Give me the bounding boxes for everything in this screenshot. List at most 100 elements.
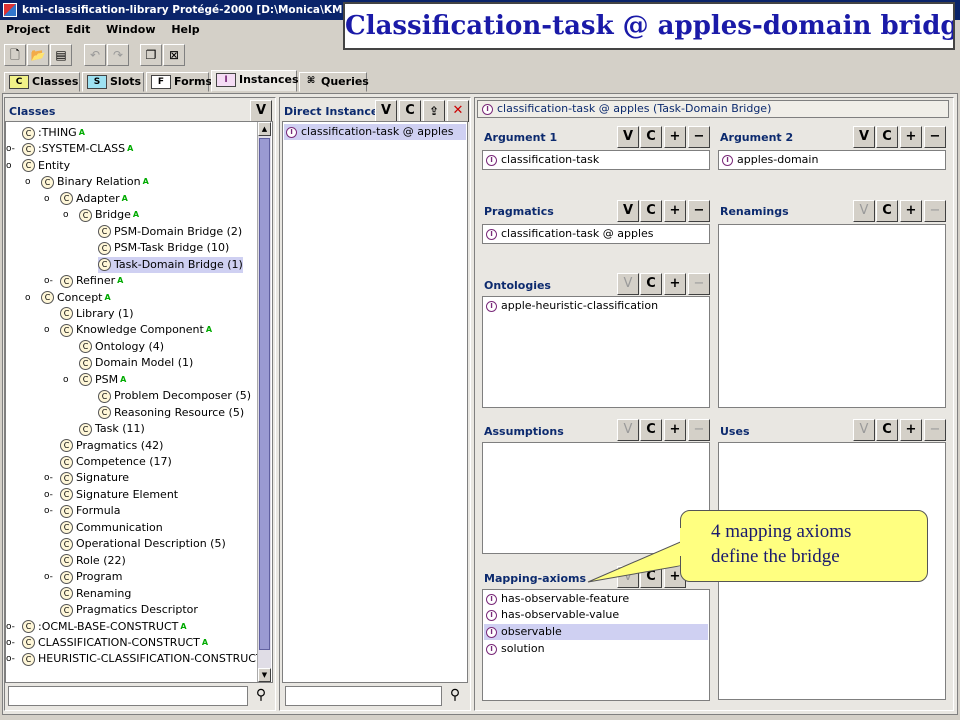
tree-node[interactable]: C Bridge A <box>79 207 139 223</box>
create-instance-button[interactable]: C <box>399 100 421 122</box>
argument2-remove-button[interactable]: − <box>924 126 946 148</box>
argument1-view-button[interactable]: V <box>617 126 639 148</box>
tree-node[interactable]: C Pragmatics (42) <box>60 438 163 454</box>
tab-classes[interactable]: C Classes <box>4 72 80 92</box>
tree-node[interactable]: C Adapter A <box>60 191 128 207</box>
copy-instance-icon[interactable]: ⇪ <box>423 100 445 122</box>
tree-node[interactable]: C Formula <box>60 503 120 519</box>
renamings-list[interactable] <box>718 224 946 408</box>
assumptions-add-button[interactable]: + <box>664 419 686 441</box>
class-tree-scrollbar[interactable]: ▲ ▼ <box>257 122 271 682</box>
undo-icon[interactable]: ↶ <box>84 44 106 66</box>
tree-node[interactable]: C CLASSIFICATION-CONSTRUCT A <box>22 635 208 651</box>
tab-forms[interactable]: F Forms <box>146 72 212 92</box>
renamings-create-button[interactable]: C <box>876 200 898 222</box>
delete-instance-icon[interactable]: ✕ <box>447 100 469 122</box>
tree-node[interactable]: C HEURISTIC-CLASSIFICATION-CONSTRUCT <box>22 651 261 667</box>
class-search-input[interactable] <box>8 686 248 706</box>
redo-icon[interactable]: ↷ <box>107 44 129 66</box>
collapse-handle-icon[interactable]: o <box>44 191 50 207</box>
tree-node[interactable]: C Domain Model (1) <box>79 355 193 371</box>
expand-handle-icon[interactable]: o- <box>44 273 53 289</box>
tree-node[interactable]: C Ontology (4) <box>79 339 164 355</box>
assumptions-view-button[interactable]: V <box>617 419 639 441</box>
collapse-handle-icon[interactable]: o <box>25 290 31 306</box>
tree-node[interactable]: C PSM A <box>79 372 126 388</box>
tree-node[interactable]: C Renaming <box>60 586 131 602</box>
tree-node[interactable]: C Task (11) <box>79 421 145 437</box>
uses-create-button[interactable]: C <box>876 419 898 441</box>
argument1-remove-button[interactable]: − <box>688 126 710 148</box>
tree-node[interactable]: C Problem Decomposer (5) <box>98 388 251 404</box>
scroll-down-icon[interactable]: ▼ <box>258 668 271 682</box>
tree-node[interactable]: C Competence (17) <box>60 454 172 470</box>
ontologies-add-button[interactable]: + <box>664 273 686 295</box>
argument2-view-button[interactable]: V <box>853 126 875 148</box>
collapse-handle-icon[interactable]: o <box>6 158 12 174</box>
argument2-add-button[interactable]: + <box>900 126 922 148</box>
tree-node[interactable]: C Refiner A <box>60 273 123 289</box>
collapse-handle-icon[interactable]: o <box>63 207 69 223</box>
tree-node[interactable]: C Role (22) <box>60 553 126 569</box>
tree-node[interactable]: C Signature Element <box>60 487 178 503</box>
instance-search-input[interactable] <box>285 686 442 706</box>
list-item[interactable]: Ihas-observable-feature <box>484 591 708 607</box>
tab-instances[interactable]: I Instances <box>211 70 299 92</box>
list-item[interactable]: Ihas-observable-value <box>484 607 708 623</box>
collapse-handle-icon[interactable]: o <box>63 372 69 388</box>
tree-node[interactable]: C Entity <box>22 158 70 174</box>
uses-view-button[interactable]: V <box>853 419 875 441</box>
argument1-create-button[interactable]: C <box>640 126 662 148</box>
assumptions-remove-button[interactable]: − <box>688 419 710 441</box>
argument2-create-button[interactable]: C <box>876 126 898 148</box>
scroll-up-icon[interactable]: ▲ <box>258 122 271 136</box>
expand-handle-icon[interactable]: o- <box>6 635 15 651</box>
tree-node[interactable]: C:OCML-BASE-CONSTRUCT A <box>22 619 187 635</box>
menu-edit[interactable]: Edit <box>66 23 90 36</box>
menu-window[interactable]: Window <box>106 23 155 36</box>
collapse-handle-icon[interactable]: o <box>44 322 50 338</box>
tab-slots[interactable]: S Slots <box>82 72 144 92</box>
ontologies-list[interactable]: Iapple-heuristic-classification <box>482 296 710 408</box>
tree-node[interactable]: C PSM-Domain Bridge (2) <box>98 224 242 240</box>
menu-project[interactable]: Project <box>6 23 50 36</box>
menu-help[interactable]: Help <box>171 23 199 36</box>
argument1-field[interactable]: Iclassification-task <box>482 150 710 170</box>
ontologies-remove-button[interactable]: − <box>688 273 710 295</box>
list-item[interactable]: Isolution <box>484 641 708 657</box>
tree-node[interactable]: C Signature <box>60 470 129 486</box>
new-project-icon[interactable]: 🗋 <box>4 44 26 66</box>
expand-handle-icon[interactable]: o- <box>6 619 15 635</box>
list-item[interactable]: Iobservable <box>484 624 708 640</box>
tree-node[interactable]: C Operational Description (5) <box>60 536 226 552</box>
expand-handle-icon[interactable]: o- <box>6 141 15 157</box>
expand-handle-icon[interactable]: o- <box>44 470 53 486</box>
tree-node[interactable]: C PSM-Task Bridge (10) <box>98 240 229 256</box>
tree-node[interactable]: C Library (1) <box>60 306 134 322</box>
pragmatics-create-button[interactable]: C <box>640 200 662 222</box>
instance-search-binoculars-icon[interactable]: ⚲ <box>446 687 464 705</box>
save-project-icon[interactable]: ▤ <box>50 44 72 66</box>
tree-node[interactable]: C Pragmatics Descriptor <box>60 602 198 618</box>
renamings-add-button[interactable]: + <box>900 200 922 222</box>
pragmatics-remove-button[interactable]: − <box>688 200 710 222</box>
argument2-field[interactable]: Iapples-domain <box>718 150 946 170</box>
expand-handle-icon[interactable]: o- <box>44 487 53 503</box>
expand-handle-icon[interactable]: o- <box>44 569 53 585</box>
tree-node[interactable]: C Program <box>60 569 122 585</box>
scroll-thumb[interactable] <box>259 138 270 650</box>
renamings-remove-button[interactable]: − <box>924 200 946 222</box>
assumptions-create-button[interactable]: C <box>640 419 662 441</box>
expand-handle-icon[interactable]: o- <box>44 503 53 519</box>
tree-node[interactable]: C Knowledge Component A <box>60 322 212 338</box>
tree-node[interactable]: C Reasoning Resource (5) <box>98 405 244 421</box>
uses-add-button[interactable]: + <box>900 419 922 441</box>
tree-node[interactable]: C Communication <box>60 520 163 536</box>
pragmatics-field[interactable]: Iclassification-task @ apples <box>482 224 710 244</box>
pragmatics-add-button[interactable]: + <box>664 200 686 222</box>
argument1-add-button[interactable]: + <box>664 126 686 148</box>
expand-handle-icon[interactable]: o- <box>6 651 15 667</box>
renamings-view-button[interactable]: V <box>853 200 875 222</box>
pragmatics-view-button[interactable]: V <box>617 200 639 222</box>
collapse-handle-icon[interactable]: o <box>25 174 31 190</box>
